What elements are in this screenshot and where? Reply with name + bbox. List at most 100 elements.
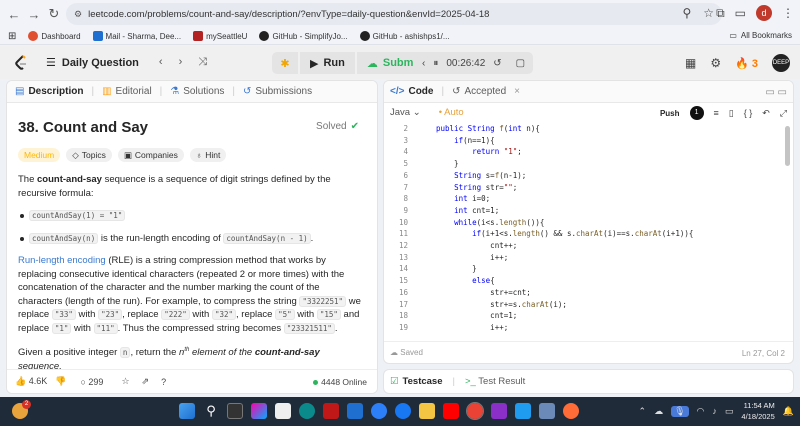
shuffle-icon[interactable]: ⤨ [198, 56, 207, 69]
code-line[interactable]: while(i<s.length()){ [436, 218, 544, 227]
search-icon[interactable]: ⚲ [203, 403, 219, 419]
code-line[interactable]: } [436, 264, 477, 273]
timer[interactable]: ‹ ⏸ 00:26:42 ↺ ▢ [414, 52, 534, 74]
code-line[interactable]: else{ [436, 276, 495, 285]
url-text[interactable]: leetcode.com/problems/count-and-say/desc… [88, 9, 489, 20]
volume-icon[interactable]: ♪ [712, 406, 717, 416]
bookmark-item[interactable]: GitHub - ashishps1/... [359, 31, 450, 41]
bookmark-item[interactable]: Mail - Sharma, Dee... [92, 31, 181, 41]
tab-editorial[interactable]: ▥ Editorial [102, 86, 152, 97]
share-icon[interactable]: ⇗ [142, 376, 150, 387]
expand-icon[interactable]: ⤢ [780, 108, 787, 119]
vscode-icon[interactable] [515, 403, 531, 419]
tab-description[interactable]: ▤ Description [15, 86, 83, 97]
clock[interactable]: 11:54 AM 4/18/2025 [741, 400, 774, 422]
cloud-icon[interactable]: ☁ [654, 406, 663, 417]
companies-chip[interactable]: ▣ Companies [117, 148, 184, 162]
sidepanel-icon[interactable]: ▭ [735, 6, 746, 20]
code-line[interactable]: return "1"; [436, 147, 522, 156]
extensions-icon[interactable]: ⧉ [716, 6, 725, 21]
app-icon[interactable] [371, 403, 387, 419]
code-line[interactable]: str+=cnt; [436, 288, 531, 297]
tray-chevron-icon[interactable]: ⌃ [639, 406, 647, 417]
code-line[interactable]: String s=f(n-1); [436, 171, 526, 180]
tab-code[interactable]: </> Code [390, 86, 433, 97]
site-info-icon[interactable]: ⚙ [74, 9, 82, 20]
tab-test-result[interactable]: >_ Test Result [465, 376, 525, 387]
help-icon[interactable]: ? [161, 377, 166, 387]
comments-button[interactable]: ○ 299 [80, 377, 103, 387]
profile-avatar[interactable]: d [756, 5, 772, 21]
facebook-icon[interactable] [395, 403, 411, 419]
panel-layout-icon[interactable]: ▭ ▭ [765, 87, 787, 98]
bookmark-item[interactable]: GitHub - SimplifyJo... [259, 31, 348, 41]
format-icon[interactable]: ≡ [714, 108, 719, 118]
chrome-icon[interactable] [466, 402, 484, 420]
tab-solutions[interactable]: ⚗ Solutions [170, 86, 224, 97]
braces-icon[interactable]: { } [744, 108, 753, 118]
user-avatar[interactable]: DEEP [772, 54, 790, 72]
daily-question-nav[interactable]: ☰ Daily Question ‹ › ⤨ [46, 56, 207, 69]
note-icon[interactable]: ▢ [516, 58, 525, 69]
like-button[interactable]: 👍 4.6K [15, 376, 47, 387]
bookmark-star-icon[interactable]: ☆ [703, 6, 714, 20]
auto-mode[interactable]: • Auto [439, 107, 464, 118]
code-line[interactable]: public String f(int n){ [436, 124, 540, 133]
pause-icon[interactable]: ⏸ [433, 58, 438, 69]
start-icon[interactable] [179, 403, 195, 419]
notification-bell-icon[interactable]: 🔔 [783, 406, 794, 417]
intellij-icon[interactable] [491, 403, 507, 419]
leetcode-logo-icon[interactable] [14, 55, 28, 71]
wifi-icon[interactable]: ◠ [697, 406, 705, 417]
description-scrollbar[interactable] [377, 188, 378, 256]
bookmark-item[interactable]: mySeattleU [193, 31, 247, 41]
apps-icon[interactable]: ⊞ [8, 31, 16, 42]
all-bookmarks[interactable]: ▭ All Bookmarks [729, 31, 792, 40]
code-editor[interactable]: 2 public String f(int n){3 if(n==1){4 ret… [384, 123, 793, 341]
code-line[interactable]: int i=0; [436, 194, 490, 203]
forward-icon[interactable]: → [24, 7, 44, 22]
code-line[interactable]: int cnt=1; [436, 206, 499, 215]
code-line[interactable]: if(i+1<s.length() && s.charAt(i)==s.char… [436, 229, 693, 238]
code-line[interactable]: cnt=1; [436, 311, 517, 320]
settings-icon[interactable]: ⚙ [710, 56, 721, 70]
code-line[interactable]: } [436, 159, 459, 168]
layout-icon[interactable]: ▦ [685, 56, 696, 70]
code-line[interactable]: String str=""; [436, 183, 517, 192]
bookmark-icon[interactable]: ▯ [729, 108, 734, 119]
code-line[interactable]: str+=s.charAt(i); [436, 300, 567, 309]
undo-icon[interactable]: ↶ [762, 108, 770, 119]
reset-icon[interactable]: ↺ [493, 58, 501, 69]
store-icon[interactable] [275, 403, 291, 419]
push-icon[interactable]: 1 [689, 106, 704, 120]
favorite-icon[interactable]: ☆ [121, 376, 129, 387]
code-line[interactable]: i++; [436, 253, 508, 262]
reload-icon[interactable]: ↻ [44, 6, 64, 22]
mcafee-icon[interactable] [323, 403, 339, 419]
microphone-icon[interactable]: 🎙 [671, 405, 689, 417]
close-icon[interactable]: × [514, 86, 520, 97]
debug-button[interactable]: ✱ [272, 52, 298, 74]
code-line[interactable]: cnt++; [436, 241, 517, 250]
tab-accepted[interactable]: ↺ Accepted × [452, 86, 520, 97]
tab-submissions[interactable]: ↺ Submissions [243, 86, 312, 97]
dislike-button[interactable]: 👎 [55, 376, 66, 387]
explorer-icon[interactable] [419, 403, 435, 419]
prev-problem-icon[interactable]: ‹ [159, 56, 163, 69]
youtube-icon[interactable] [443, 403, 459, 419]
push-button[interactable]: Push [660, 109, 680, 118]
battery-icon[interactable]: ▭ [725, 406, 734, 417]
bookmark-item[interactable]: Dashboard [28, 31, 81, 41]
menu-icon[interactable]: ⋮ [782, 6, 794, 20]
code-line[interactable]: i++; [436, 323, 508, 332]
run-button[interactable]: ▶ Run [300, 52, 355, 74]
widgets-icon[interactable] [227, 403, 243, 419]
vpn-icon[interactable] [539, 403, 555, 419]
next-problem-icon[interactable]: › [179, 56, 183, 69]
timer-collapse-icon[interactable]: ‹ [422, 58, 425, 69]
rle-link[interactable]: Run-length encoding [18, 255, 106, 266]
mail-icon[interactable] [347, 403, 363, 419]
language-select[interactable]: Java ⌄ [390, 107, 421, 118]
zoom-icon[interactable]: ⚲ [682, 6, 691, 20]
back-icon[interactable]: ← [4, 7, 24, 22]
